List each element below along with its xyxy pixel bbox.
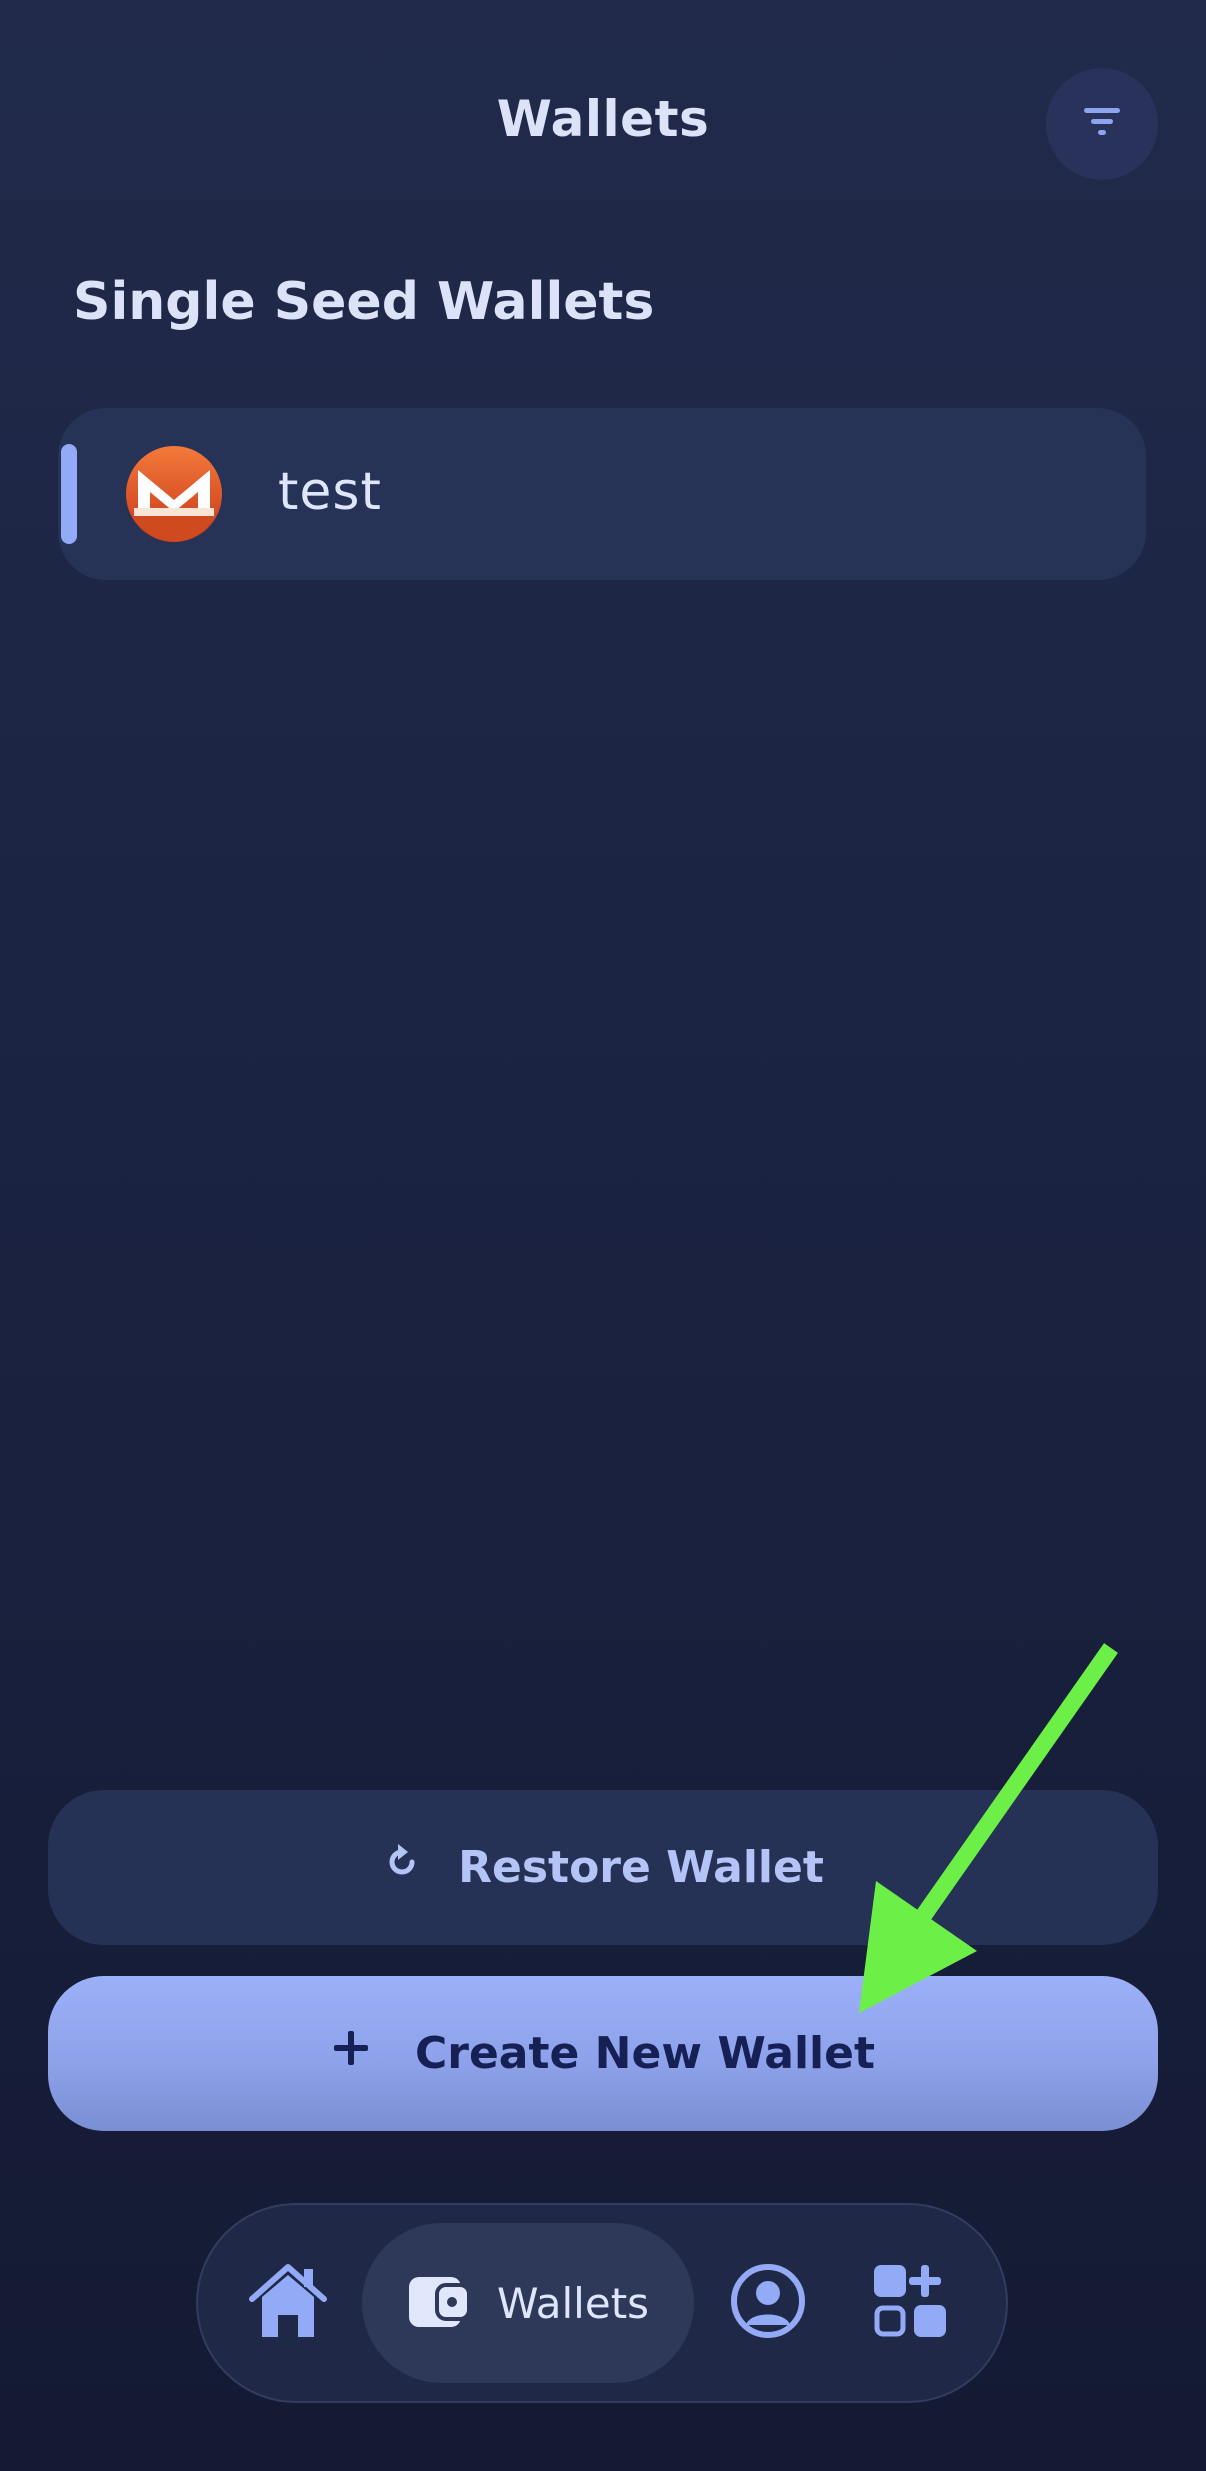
filter-button[interactable]	[1046, 68, 1158, 180]
section-title: Single Seed Wallets	[73, 272, 655, 332]
create-wallet-label: Create New Wallet	[414, 2028, 876, 2079]
nav-wallets[interactable]: Wallets	[362, 2223, 694, 2383]
wallet-icon	[407, 2271, 471, 2335]
home-icon	[248, 2261, 328, 2345]
wallet-list-item[interactable]: test	[58, 408, 1146, 580]
monero-icon	[126, 446, 222, 542]
restore-wallet-button[interactable]: Restore Wallet	[48, 1790, 1158, 1945]
filter-icon	[1078, 102, 1126, 146]
nav-wallets-label: Wallets	[496, 2278, 650, 2328]
profile-icon	[728, 2261, 808, 2345]
bottom-nav: Wallets	[196, 2203, 1008, 2403]
page-title: Wallets	[496, 90, 710, 148]
nav-apps[interactable]	[870, 2263, 950, 2343]
selected-indicator	[61, 444, 77, 544]
create-wallet-button[interactable]: Create New Wallet	[48, 1976, 1158, 2131]
wallet-name: test	[278, 462, 382, 522]
nav-profile[interactable]	[728, 2263, 808, 2343]
plus-icon	[331, 2028, 371, 2079]
restore-wallet-label: Restore Wallet	[458, 1842, 824, 1893]
refresh-icon	[382, 1842, 422, 1893]
apps-icon	[870, 2261, 950, 2345]
nav-home[interactable]	[248, 2263, 328, 2343]
